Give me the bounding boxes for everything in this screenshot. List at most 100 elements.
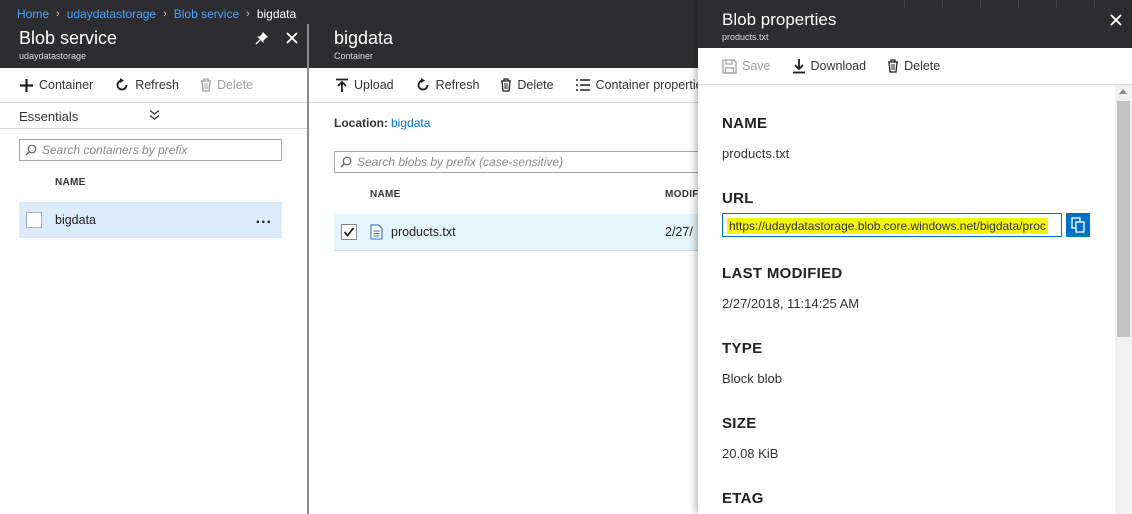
blob-row[interactable]: products.txt 2/27/ <box>334 214 714 251</box>
refresh-icon <box>417 78 429 91</box>
breadcrumb-storage-account[interactable]: udaydatastorage <box>67 7 156 21</box>
upload-button[interactable]: Upload <box>335 78 394 93</box>
breadcrumb-blob-service[interactable]: Blob service <box>174 7 239 21</box>
container-toolbar: Upload Refresh Delete Container properti… <box>335 77 730 93</box>
blade-title: bigdata <box>334 28 394 48</box>
toolbar-divider <box>0 102 307 103</box>
essentials-divider <box>0 128 307 129</box>
download-icon <box>792 59 805 74</box>
top-bar-button[interactable] <box>904 0 942 8</box>
search-icon <box>340 156 352 168</box>
download-button[interactable]: Download <box>792 58 867 74</box>
copy-icon[interactable] <box>1066 213 1090 237</box>
top-bar-button[interactable] <box>1056 0 1094 8</box>
row-checkbox[interactable] <box>341 224 357 240</box>
container-properties-button[interactable]: Container properties <box>575 78 709 92</box>
upload-label: Upload <box>354 78 394 92</box>
type-label: TYPE <box>722 340 763 357</box>
trash-icon <box>888 59 899 73</box>
url-value: https://udaydatastorage.blob.core.window… <box>727 218 1048 234</box>
delete-button[interactable]: Delete <box>500 78 554 92</box>
blob-service-toolbar: Container Refresh Delete <box>19 77 274 93</box>
download-label: Download <box>810 59 867 73</box>
container-row[interactable]: bigdata ... <box>19 202 282 238</box>
blade-divider <box>307 24 309 514</box>
name-label: NAME <box>722 115 768 132</box>
add-container-label: Container <box>39 78 94 92</box>
top-bar-button[interactable] <box>1018 0 1056 8</box>
panel-subtitle: products.txt <box>722 32 769 42</box>
breadcrumb-separator-icon: › <box>56 8 60 20</box>
upload-icon <box>336 78 348 92</box>
blob-properties-panel: Blob properties products.txt Save Downlo… <box>698 0 1132 514</box>
url-label: URL <box>722 190 754 207</box>
toolbar-divider <box>698 84 1132 85</box>
column-header-modified: MODIF <box>665 189 699 200</box>
close-icon[interactable] <box>1106 10 1126 30</box>
refresh-label: Refresh <box>435 78 480 92</box>
breadcrumb-current: bigdata <box>256 7 297 21</box>
breadcrumb: Home › udaydatastorage › Blob service › … <box>17 7 296 21</box>
search-icon <box>25 144 37 156</box>
close-icon[interactable] <box>282 28 302 48</box>
blade-title: Blob service <box>19 28 118 48</box>
container-properties-label: Container properties <box>595 78 709 92</box>
delete-label: Delete <box>904 59 941 73</box>
column-header-name: NAME <box>55 177 86 188</box>
container-search-input[interactable]: Search containers by prefix <box>19 139 282 161</box>
blob-row-name: products.txt <box>391 225 456 239</box>
blade-subtitle: udaydatastorage <box>19 51 87 61</box>
container-search-placeholder: Search containers by prefix <box>42 143 188 157</box>
plus-icon <box>20 78 33 92</box>
chevron-down-icon[interactable] <box>149 108 160 126</box>
column-header-name: NAME <box>370 189 401 200</box>
save-label: Save <box>742 59 771 73</box>
file-icon <box>370 224 383 240</box>
scroll-up-arrow-icon[interactable] <box>1119 89 1127 94</box>
refresh-label: Refresh <box>135 78 179 92</box>
save-icon <box>722 58 737 74</box>
breadcrumb-separator-icon: › <box>246 8 250 20</box>
breadcrumb-home[interactable]: Home <box>17 7 49 21</box>
container-blade-header: bigdata Container <box>309 24 698 68</box>
top-bar-button[interactable] <box>980 0 1018 8</box>
url-field[interactable]: https://udaydatastorage.blob.core.window… <box>722 213 1062 237</box>
container-row-name: bigdata <box>55 213 97 227</box>
panel-toolbar: Save Download Delete <box>722 58 961 74</box>
delete-label: Delete <box>517 78 554 92</box>
save-button[interactable]: Save <box>722 58 771 74</box>
scrollbar[interactable] <box>1115 85 1132 514</box>
pin-icon[interactable] <box>252 28 272 48</box>
refresh-button[interactable]: Refresh <box>114 77 179 93</box>
top-bar-icons <box>904 0 1132 8</box>
last-modified-label: LAST MODIFIED <box>722 265 843 282</box>
blob-row-modified: 2/27/ <box>665 225 693 239</box>
delete-button[interactable]: Delete <box>200 78 253 92</box>
location: Location: bigdata <box>334 116 430 130</box>
last-modified-value: 2/27/2018, 11:14:25 AM <box>722 296 860 311</box>
location-link[interactable]: bigdata <box>391 116 430 130</box>
blob-service-blade-header: Blob service udaydatastorage <box>0 24 308 68</box>
top-bar-button[interactable] <box>942 0 980 8</box>
blob-search-input[interactable]: Search blobs by prefix (case-sensitive) <box>334 151 714 173</box>
delete-button[interactable]: Delete <box>887 59 940 73</box>
breadcrumb-separator-icon: › <box>163 8 167 20</box>
top-bar-button[interactable] <box>1094 0 1132 8</box>
scroll-thumb[interactable] <box>1117 101 1130 337</box>
toolbar-divider <box>309 102 698 103</box>
trash-icon <box>501 78 512 92</box>
name-value: products.txt <box>722 146 790 161</box>
add-container-button[interactable]: Container <box>19 78 93 93</box>
list-icon <box>575 79 590 91</box>
refresh-button[interactable]: Refresh <box>415 77 480 93</box>
type-value: Block blob <box>722 371 782 386</box>
more-options-icon[interactable]: ... <box>256 210 272 228</box>
panel-title: Blob properties <box>722 10 837 29</box>
checkmark-icon <box>343 227 355 237</box>
row-checkbox[interactable] <box>26 212 42 228</box>
trash-icon <box>200 78 211 92</box>
location-label: Location: <box>334 116 388 130</box>
blob-search-placeholder: Search blobs by prefix (case-sensitive) <box>357 155 564 169</box>
blade-subtitle: Container <box>334 51 374 61</box>
essentials-label: Essentials <box>19 109 79 124</box>
